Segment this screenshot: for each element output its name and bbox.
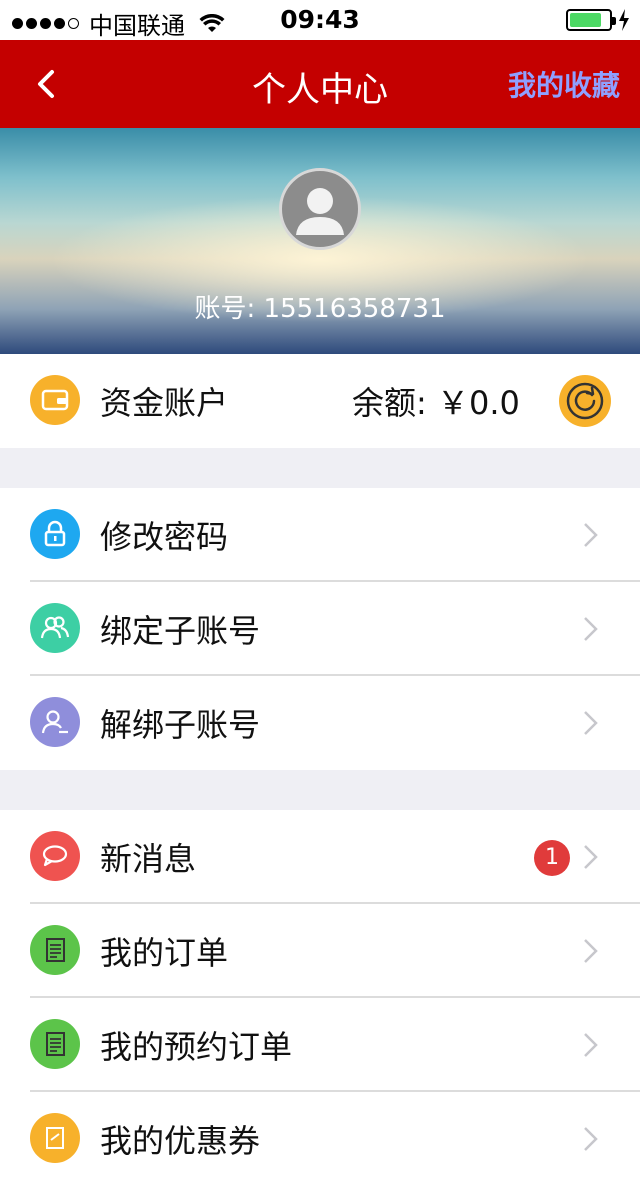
order-icon	[30, 925, 80, 975]
status-time: 09:43	[280, 5, 360, 34]
wallet-icon	[30, 375, 80, 425]
chevron-right-icon	[584, 1033, 598, 1057]
new-messages-label: 新消息	[100, 840, 197, 878]
default-avatar-icon	[296, 188, 344, 235]
status-right	[566, 9, 630, 31]
nav-bar: 个人中心 我的收藏	[0, 40, 640, 128]
status-bar: 中国联通 09:43	[0, 0, 640, 40]
my-orders-row[interactable]: 我的订单	[0, 904, 640, 998]
refresh-balance-button[interactable]	[559, 375, 611, 427]
chevron-right-icon	[584, 523, 598, 547]
balance: 余额: ￥0.0	[352, 378, 520, 424]
my-reservation-orders-label: 我的预约订单	[100, 1028, 293, 1066]
new-messages-row[interactable]: 新消息 1	[0, 810, 640, 904]
users-icon	[30, 603, 80, 653]
charging-icon	[619, 9, 629, 31]
account-number: 15516358731	[263, 294, 446, 324]
balance-value: ￥0.0	[436, 384, 520, 422]
chevron-right-icon	[584, 1127, 598, 1151]
section-gap	[0, 448, 640, 488]
chevron-right-icon	[584, 845, 598, 869]
coupon-icon	[30, 1113, 80, 1163]
chevron-right-icon	[584, 711, 598, 735]
section-gap	[0, 770, 640, 810]
balance-label: 余额:	[352, 384, 427, 422]
chevron-right-icon	[584, 939, 598, 963]
lock-icon	[30, 509, 80, 559]
reservation-order-icon	[30, 1019, 80, 1069]
message-icon	[30, 831, 80, 881]
change-password-row[interactable]: 修改密码	[0, 488, 640, 582]
unbind-sub-account-row[interactable]: 解绑子账号	[0, 676, 640, 770]
account-label: 账号:	[194, 294, 256, 324]
my-coupons-row[interactable]: 我的优惠券	[0, 1092, 640, 1186]
account-info: 账号: 15516358731	[0, 288, 640, 325]
user-remove-icon	[30, 697, 80, 747]
unbind-sub-account-label: 解绑子账号	[100, 706, 261, 744]
bind-sub-account-label: 绑定子账号	[100, 612, 261, 650]
fund-account-row[interactable]: 资金账户 余额: ￥0.0	[0, 354, 640, 448]
chevron-right-icon	[584, 617, 598, 641]
refresh-icon	[566, 382, 604, 420]
favorites-link[interactable]: 我的收藏	[508, 64, 620, 104]
avatar[interactable]	[279, 168, 361, 250]
battery-icon	[566, 9, 616, 31]
fund-account-label: 资金账户	[100, 384, 229, 422]
change-password-label: 修改密码	[100, 518, 229, 556]
my-reservation-orders-row[interactable]: 我的预约订单	[0, 998, 640, 1092]
bind-sub-account-row[interactable]: 绑定子账号	[0, 582, 640, 676]
unread-badge: 1	[534, 840, 570, 876]
my-coupons-label: 我的优惠券	[100, 1122, 261, 1160]
my-orders-label: 我的订单	[100, 934, 229, 972]
profile-banner: 账号: 15516358731	[0, 128, 640, 354]
